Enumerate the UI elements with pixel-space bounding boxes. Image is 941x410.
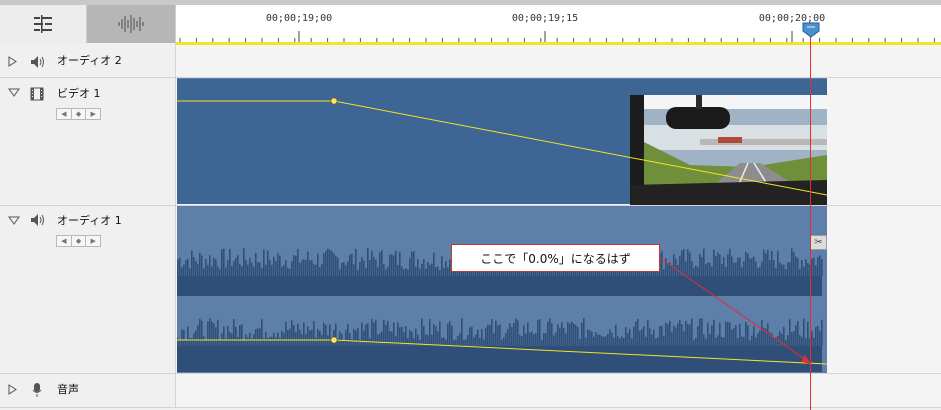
timeline-panel: 00;00;19;00 00;00;19;15 00;00;20;00 オーディ…: [0, 0, 941, 410]
playhead-handle[interactable]: [802, 22, 820, 38]
playhead-line[interactable]: [810, 36, 811, 410]
annotation-callout: ここで「0.0%」になるはず: [451, 244, 660, 272]
annotation-arrow: [659, 257, 811, 364]
scissors-icon[interactable]: ✂: [810, 235, 827, 250]
